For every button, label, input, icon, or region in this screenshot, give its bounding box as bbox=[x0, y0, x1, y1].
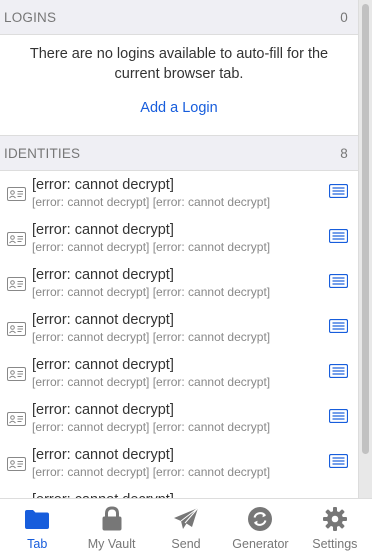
identity-title: [error: cannot decrypt] bbox=[32, 267, 174, 283]
refresh-icon bbox=[247, 505, 273, 533]
id-card-icon bbox=[0, 321, 32, 336]
view-item-button[interactable] bbox=[318, 363, 358, 383]
id-card-icon bbox=[0, 186, 32, 201]
bottom-tab-bar: Tab My Vault Send Generator Settings bbox=[0, 498, 372, 560]
tab-settings[interactable]: Settings bbox=[298, 499, 372, 560]
list-details-icon bbox=[328, 408, 348, 428]
list-details-icon bbox=[328, 183, 348, 203]
identity-title: [error: cannot decrypt] bbox=[32, 177, 174, 193]
identity-row[interactable]: [error: cannot decrypt] [error: cannot d… bbox=[0, 216, 358, 261]
identity-text: [error: cannot decrypt] [error: cannot d… bbox=[32, 357, 318, 390]
identity-row[interactable]: [error: cannot decrypt] [error: cannot d… bbox=[0, 306, 358, 351]
tab-generator[interactable]: Generator bbox=[223, 499, 297, 560]
logins-section-header: LOGINS 0 bbox=[0, 0, 358, 34]
identities-header-label: IDENTITIES bbox=[4, 145, 81, 161]
tab-label: Tab bbox=[27, 537, 48, 551]
tab-label: My Vault bbox=[87, 537, 136, 551]
list-details-icon bbox=[328, 273, 348, 293]
list-details-icon bbox=[328, 318, 348, 338]
id-card-icon bbox=[0, 411, 32, 426]
identity-text: [error: cannot decrypt] [error: cannot d… bbox=[32, 447, 318, 480]
logins-empty-state: There are no logins available to auto-fi… bbox=[0, 34, 358, 136]
tab-label: Generator bbox=[232, 537, 289, 551]
identity-title: [error: cannot decrypt] bbox=[32, 312, 174, 328]
tab-tab[interactable]: Tab bbox=[0, 499, 74, 560]
identity-row[interactable]: [error: cannot decrypt] [error: cannot d… bbox=[0, 261, 358, 306]
identity-subtitle: [error: cannot decrypt] [error: cannot d… bbox=[32, 285, 271, 299]
identities-section-header: IDENTITIES 8 bbox=[0, 136, 358, 170]
id-card-icon bbox=[0, 456, 32, 471]
id-card-icon bbox=[0, 231, 32, 246]
id-card-icon bbox=[0, 366, 32, 381]
identity-text: [error: cannot decrypt] [error: cannot d… bbox=[32, 312, 318, 345]
identity-subtitle: [error: cannot decrypt] [error: cannot d… bbox=[32, 195, 271, 209]
scrollbar-thumb[interactable] bbox=[362, 4, 369, 454]
tab-label: Settings bbox=[312, 537, 358, 551]
view-item-button[interactable] bbox=[318, 453, 358, 473]
identity-row[interactable]: [error: cannot decrypt] [error: cannot d… bbox=[0, 396, 358, 441]
identity-row[interactable]: [error: cannot decrypt] [error: cannot d… bbox=[0, 441, 358, 486]
identity-text: [error: cannot decrypt] [error: cannot d… bbox=[32, 402, 318, 435]
view-item-button[interactable] bbox=[318, 273, 358, 293]
identity-text: [error: cannot decrypt] [error: cannot d… bbox=[32, 267, 318, 300]
view-item-button[interactable] bbox=[318, 318, 358, 338]
tab-my-vault[interactable]: My Vault bbox=[74, 499, 148, 560]
logins-count: 0 bbox=[340, 9, 348, 25]
identity-row[interactable]: [error: cannot decrypt] [error: cannot d… bbox=[0, 171, 358, 216]
add-login-link[interactable]: Add a Login bbox=[140, 100, 217, 116]
identity-title: [error: cannot decrypt] bbox=[32, 222, 174, 238]
view-item-button[interactable] bbox=[318, 228, 358, 248]
view-item-button[interactable] bbox=[318, 408, 358, 428]
identity-subtitle: [error: cannot decrypt] [error: cannot d… bbox=[32, 375, 271, 389]
folder-icon bbox=[24, 505, 50, 533]
identity-text: [error: cannot decrypt] [error: cannot d… bbox=[32, 222, 318, 255]
popup-content[interactable]: LOGINS 0 There are no logins available t… bbox=[0, 0, 358, 498]
view-item-button[interactable] bbox=[318, 183, 358, 203]
paper-plane-icon bbox=[173, 505, 199, 533]
identity-title: [error: cannot decrypt] bbox=[32, 357, 174, 373]
identity-row[interactable]: [error: cannot decrypt] [error: cannot d… bbox=[0, 351, 358, 396]
tab-label: Send bbox=[171, 537, 201, 551]
identities-list: [error: cannot decrypt] [error: cannot d… bbox=[0, 170, 358, 498]
identity-subtitle: [error: cannot decrypt] [error: cannot d… bbox=[32, 420, 271, 434]
identity-subtitle: [error: cannot decrypt] [error: cannot d… bbox=[32, 240, 271, 254]
identities-count: 8 bbox=[340, 145, 348, 161]
identity-title: [error: cannot decrypt] bbox=[32, 402, 174, 418]
scrollbar[interactable] bbox=[358, 0, 372, 498]
id-card-icon bbox=[0, 276, 32, 291]
no-logins-message: There are no logins available to auto-fi… bbox=[29, 46, 329, 82]
identity-subtitle: [error: cannot decrypt] [error: cannot d… bbox=[32, 465, 271, 479]
identity-row[interactable]: [error: cannot decrypt] [error: cannot d… bbox=[0, 486, 358, 498]
lock-icon bbox=[101, 505, 123, 533]
tab-send[interactable]: Send bbox=[149, 499, 223, 560]
logins-header-label: LOGINS bbox=[4, 9, 57, 25]
identity-title: [error: cannot decrypt] bbox=[32, 447, 174, 463]
identity-subtitle: [error: cannot decrypt] [error: cannot d… bbox=[32, 330, 271, 344]
list-details-icon bbox=[328, 363, 348, 383]
identity-text: [error: cannot decrypt] [error: cannot d… bbox=[32, 177, 318, 210]
list-details-icon bbox=[328, 453, 348, 473]
gear-icon bbox=[322, 505, 348, 533]
list-details-icon bbox=[328, 228, 348, 248]
